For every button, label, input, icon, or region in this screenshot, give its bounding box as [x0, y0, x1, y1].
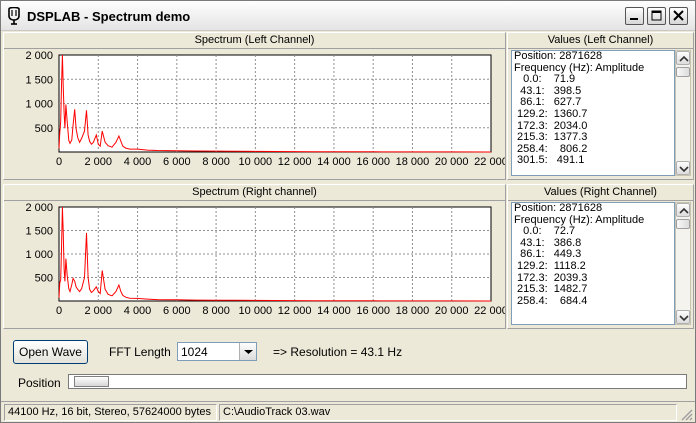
- x-tick-label: 14 000: [317, 156, 351, 168]
- fft-length-select[interactable]: 1024: [177, 342, 257, 361]
- left-values-panel: Values (Left Channel) Position: 2871628 …: [507, 32, 694, 180]
- x-tick-label: 4 000: [124, 156, 152, 168]
- x-tick-label: 2 000: [85, 156, 113, 168]
- open-wave-button[interactable]: Open Wave: [13, 340, 88, 364]
- y-tick-label: 1 500: [25, 226, 53, 238]
- x-tick-label: 8 000: [202, 305, 230, 317]
- scroll-down-button[interactable]: [676, 310, 690, 324]
- window-title: DSPLAB - Spectrum demo: [27, 9, 191, 24]
- x-tick-label: 4 000: [124, 305, 152, 317]
- right-values-panel: Values (Right Channel) Position: 2871628…: [507, 184, 694, 329]
- y-tick-label: 2 000: [25, 202, 53, 214]
- minimize-icon: [630, 18, 638, 20]
- close-icon: [673, 10, 684, 21]
- right-values-line: 258.4: 684.4: [514, 294, 588, 307]
- chevron-up-icon: [679, 207, 689, 214]
- left-values-line: 129.2: 1360.7: [514, 107, 588, 120]
- left-spectrum-panel: Spectrum (Left Channel) 0 2 000 4 000 6 000…: [3, 32, 506, 180]
- fft-length-value: 1024: [181, 345, 208, 359]
- scroll-up-button[interactable]: [676, 203, 690, 217]
- status-bar: 44100 Hz, 16 bit, Stereo, 57624000 bytes…: [1, 401, 695, 422]
- y-tick-label: 500: [35, 123, 53, 135]
- x-tick-label: 16 000: [356, 156, 390, 168]
- chevron-up-icon: [679, 55, 689, 62]
- maximize-icon: [651, 10, 662, 21]
- left-spectrum-chart: 0 2 000 4 000 6 000 8 000 10 000 12 000 14 000 1…: [25, 50, 505, 168]
- chevron-down-icon: [679, 315, 689, 322]
- right-values-line: 215.3: 1482.7: [514, 283, 588, 296]
- chevron-down-icon: [679, 166, 689, 173]
- x-tick-label: 0: [56, 305, 62, 317]
- x-tick-label: 6 000: [163, 305, 191, 317]
- right-values-scrollbar[interactable]: [675, 202, 691, 325]
- left-values-line: 215.3: 1377.3: [514, 131, 588, 144]
- x-tick-label: 20 000: [435, 305, 469, 317]
- position-slider-thumb[interactable]: [74, 376, 109, 387]
- left-values-list[interactable]: Position: 2871628 Frequency (Hz): Amplit…: [511, 50, 675, 176]
- right-values-list[interactable]: Position: 2871628 Frequency (Hz): Amplit…: [511, 202, 675, 325]
- left-values-scrollbar[interactable]: [675, 50, 691, 176]
- scroll-thumb[interactable]: [676, 219, 690, 229]
- title-bar[interactable]: DSPLAB - Spectrum demo: [1, 1, 695, 31]
- x-tick-label: 12 000: [278, 156, 312, 168]
- x-tick-label: 10 000: [239, 156, 273, 168]
- left-values-title: Values (Left Channel): [508, 33, 693, 49]
- maximize-button[interactable]: [647, 7, 666, 25]
- right-values-title: Values (Right Channel): [508, 185, 693, 201]
- fft-length-label: FFT Length: [109, 345, 171, 359]
- x-tick-label: 18 000: [396, 305, 430, 317]
- right-spectrum-title: Spectrum (Right channel): [4, 185, 505, 201]
- app-icon: [8, 7, 20, 25]
- close-button[interactable]: [669, 7, 688, 25]
- y-tick-label: 500: [35, 273, 53, 285]
- x-tick-label: 6 000: [163, 156, 191, 168]
- left-values-line: 301.5: 491.1: [514, 154, 585, 167]
- scroll-thumb[interactable]: [676, 67, 690, 77]
- x-tick-label: 12 000: [278, 305, 312, 317]
- position-label: Position: [18, 376, 61, 390]
- fft-length-dropdown-button[interactable]: [239, 343, 256, 360]
- x-tick-label: 14 000: [317, 305, 351, 317]
- x-tick-label: 8 000: [202, 156, 230, 168]
- right-values-line: Position: 2871628: [514, 202, 603, 214]
- x-tick-label: 2 000: [85, 305, 113, 317]
- x-tick-label: 22 000: [474, 156, 505, 168]
- position-slider[interactable]: [68, 374, 687, 389]
- app-window: DSPLAB - Spectrum demo Spectrum (Left Ch…: [0, 0, 696, 423]
- chevron-down-icon: [244, 350, 253, 354]
- right-values-line: 129.2: 1118.2: [514, 259, 586, 272]
- y-tick-label: 2 000: [25, 50, 53, 62]
- status-format: 44100 Hz, 16 bit, Stereo, 57624000 bytes: [4, 404, 217, 421]
- left-spectrum-title: Spectrum (Left Channel): [4, 33, 505, 49]
- x-tick-label: 0: [56, 156, 62, 168]
- right-spectrum-panel: Spectrum (Right channel) 0 2 000 4 000 6 00…: [3, 184, 506, 329]
- scroll-up-button[interactable]: [676, 51, 690, 65]
- resolution-text: => Resolution = 43.1 Hz: [273, 345, 403, 359]
- x-tick-label: 18 000: [396, 156, 430, 168]
- resize-grip-icon[interactable]: [680, 408, 693, 421]
- x-tick-label: 20 000: [435, 156, 469, 168]
- minimize-button[interactable]: [625, 7, 644, 25]
- scroll-down-button[interactable]: [676, 161, 690, 175]
- status-file: C:\AudioTrack 03.wav: [219, 404, 677, 421]
- y-tick-label: 1 000: [25, 99, 53, 111]
- right-spectrum-chart: 0 2 000 4 000 6 000 8 000 10 000 12 000 14 000 1…: [25, 202, 505, 317]
- y-tick-label: 1 000: [25, 249, 53, 261]
- left-values-line: Position: 2871628: [514, 50, 603, 62]
- y-tick-label: 1 500: [25, 74, 53, 86]
- x-tick-label: 22 000: [474, 305, 505, 317]
- x-tick-label: 10 000: [239, 305, 273, 317]
- x-tick-label: 16 000: [356, 305, 390, 317]
